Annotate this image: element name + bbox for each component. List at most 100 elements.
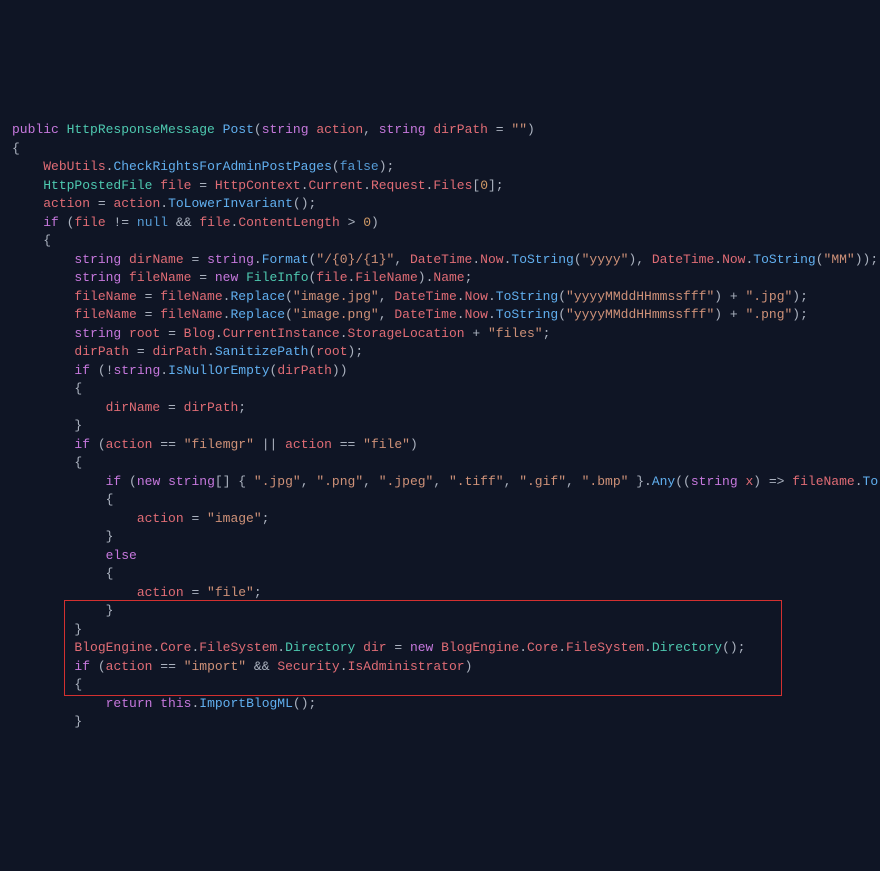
code-token: = [191, 178, 214, 193]
code-token [238, 270, 246, 285]
code-token: . [191, 696, 199, 711]
code-line: action = "image"; [12, 510, 868, 529]
code-token [12, 344, 74, 359]
code-token: fileName [74, 307, 136, 322]
code-token: Now [480, 252, 503, 267]
code-token [12, 696, 106, 711]
code-token: . [160, 363, 168, 378]
code-token: action [106, 437, 153, 452]
code-token [121, 474, 129, 489]
code-token: ContentLength [238, 215, 339, 230]
code-line: string root = Blog.CurrentInstance.Stora… [12, 325, 868, 344]
code-token: )); [855, 252, 878, 267]
code-token: Replace [230, 307, 285, 322]
code-token: { [74, 455, 82, 470]
code-token: if [43, 215, 59, 230]
code-token: }. [628, 474, 651, 489]
code-token: , [363, 122, 379, 137]
code-token: ( [574, 252, 582, 267]
code-token: "files" [488, 326, 543, 341]
code-token: } [74, 714, 82, 729]
code-token: "import" [184, 659, 246, 674]
code-token [12, 178, 43, 193]
code-token: ; [465, 270, 473, 285]
code-token: = [387, 640, 410, 655]
code-token [12, 326, 74, 341]
code-token: Now [465, 289, 488, 304]
code-token: BlogEngine [74, 640, 152, 655]
code-token: = [191, 270, 214, 285]
code-token [90, 659, 98, 674]
code-token: )) [332, 363, 348, 378]
code-block: public HttpResponseMessage Post(string a… [12, 121, 868, 732]
code-line: { [12, 565, 868, 584]
code-token: 0 [363, 215, 371, 230]
code-token: > [340, 215, 363, 230]
code-token: . [558, 640, 566, 655]
code-token: ) => [753, 474, 792, 489]
code-token: IsAdministrator [348, 659, 465, 674]
code-token: fileName [129, 270, 191, 285]
code-line: if (file != null && file.ContentLength >… [12, 214, 868, 233]
code-token [12, 492, 106, 507]
code-token: = [160, 326, 183, 341]
code-token: BlogEngine [441, 640, 519, 655]
code-token: ) [410, 437, 418, 452]
code-token: string [168, 474, 215, 489]
code-token: . [855, 474, 863, 489]
code-token: ( [98, 659, 106, 674]
code-token [90, 363, 98, 378]
code-token [59, 215, 67, 230]
code-token: "file" [363, 437, 410, 452]
code-token: file [316, 270, 347, 285]
code-token: DateTime [652, 252, 714, 267]
code-token: if [74, 659, 90, 674]
code-token: Any [652, 474, 675, 489]
code-token: return [106, 696, 153, 711]
code-token: = [90, 196, 113, 211]
code-token: if [106, 474, 122, 489]
code-token [12, 548, 106, 563]
code-token [160, 474, 168, 489]
code-editor[interactable]: public HttpResponseMessage Post(string a… [0, 74, 880, 779]
code-token [121, 252, 129, 267]
code-token: new [137, 474, 160, 489]
code-token [12, 215, 43, 230]
code-token: == [152, 659, 183, 674]
code-line: if (action == "import" && Security.IsAdm… [12, 658, 868, 677]
code-token: ); [348, 344, 364, 359]
code-line: dirName = dirPath; [12, 399, 868, 418]
code-token [12, 196, 43, 211]
code-token: fileName [74, 289, 136, 304]
code-line: { [12, 380, 868, 399]
code-token: else [106, 548, 137, 563]
code-token: this [160, 696, 191, 711]
code-token [12, 529, 106, 544]
code-token: . [363, 178, 371, 193]
code-token: . [191, 640, 199, 655]
code-token: fileName [160, 307, 222, 322]
code-line: action = "file"; [12, 584, 868, 603]
code-token: SanitizePath [215, 344, 309, 359]
code-token: ( [558, 289, 566, 304]
code-line: } [12, 713, 868, 732]
code-token: dirPath [152, 344, 207, 359]
code-token: , [566, 474, 582, 489]
code-token [12, 474, 106, 489]
code-token: Current [309, 178, 364, 193]
code-token: . [277, 640, 285, 655]
code-token: ; [543, 326, 551, 341]
code-token: action [285, 437, 332, 452]
code-token [215, 122, 223, 137]
code-token: (( [675, 474, 691, 489]
code-token: dirPath [433, 122, 488, 137]
code-token: ( [285, 289, 293, 304]
code-token: ".jpeg" [379, 474, 434, 489]
code-line: } [12, 417, 868, 436]
code-token: , [394, 252, 410, 267]
code-token: FileInfo [246, 270, 308, 285]
code-token: Replace [230, 289, 285, 304]
code-token [12, 566, 106, 581]
code-token: HttpContext [215, 178, 301, 193]
code-token [12, 640, 74, 655]
